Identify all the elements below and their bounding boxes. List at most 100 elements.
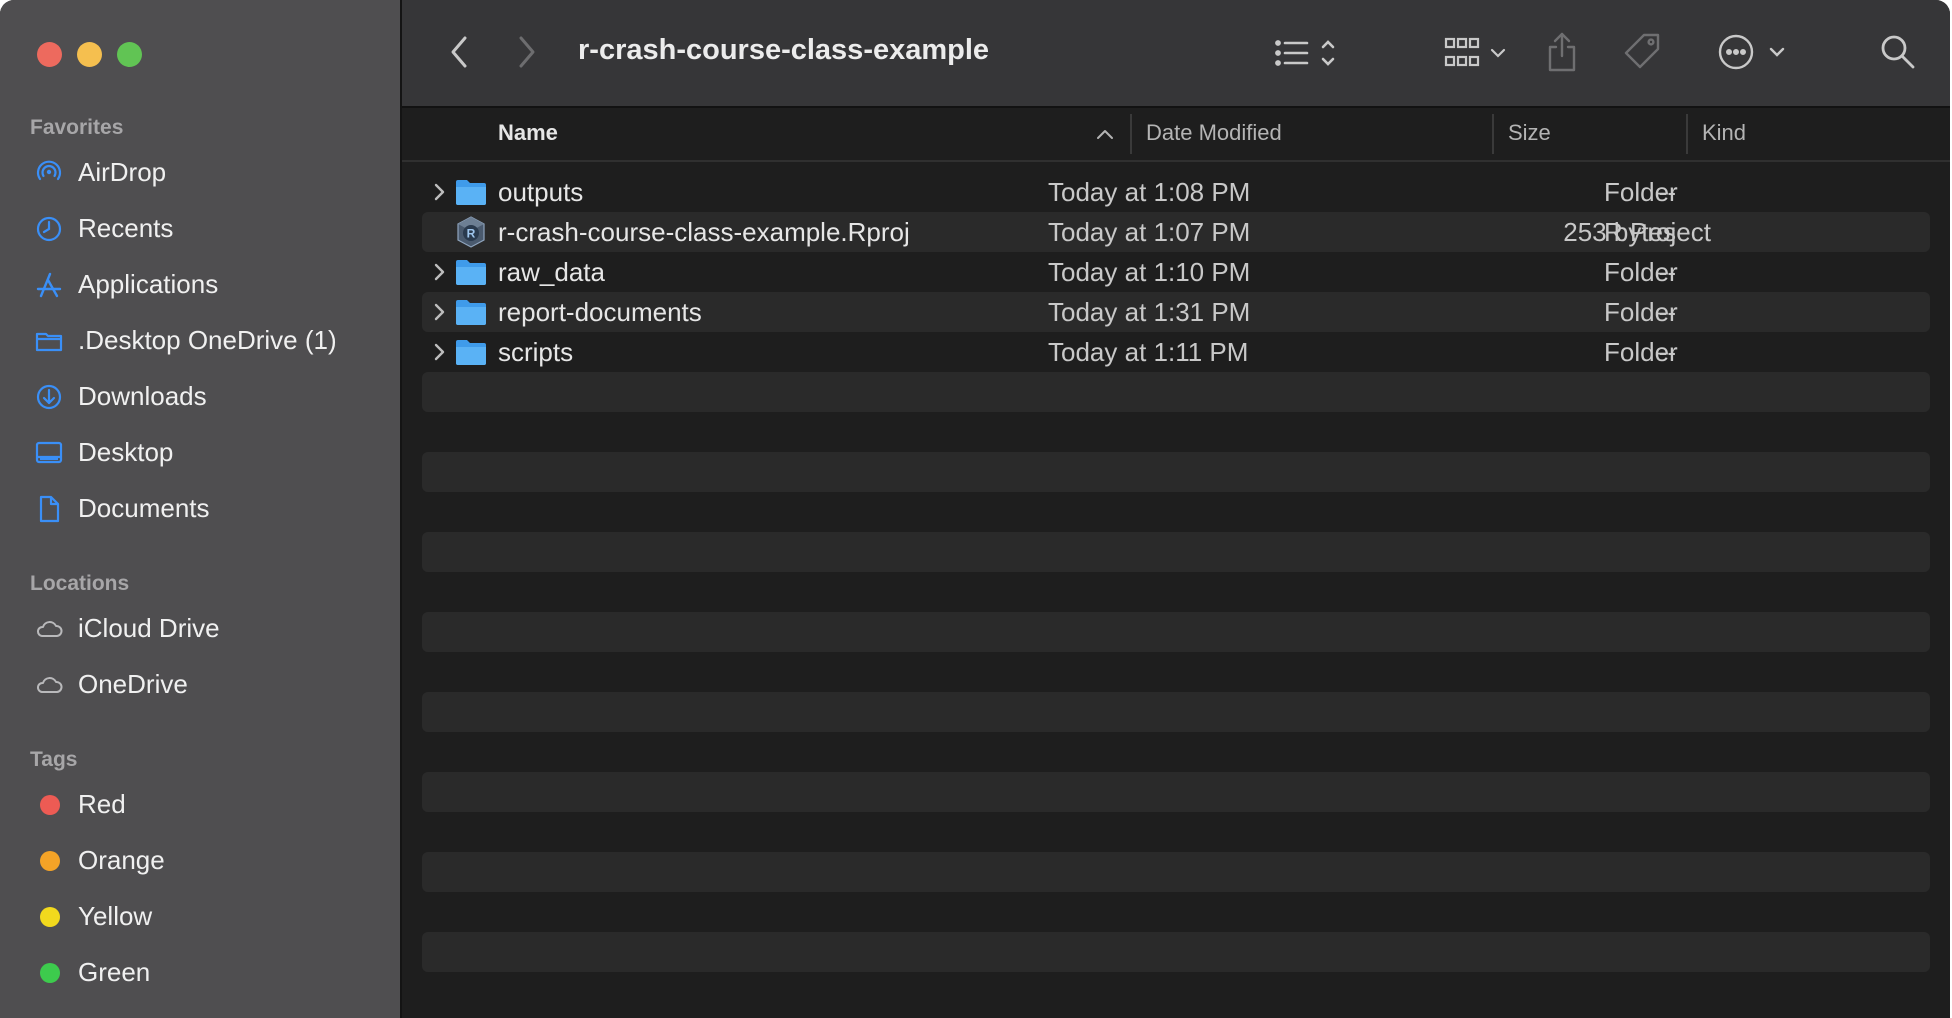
sidebar-item-desktop-onedrive[interactable]: .Desktop OneDrive (1) [0,315,398,365]
empty-row-stripe [422,452,1930,492]
green-tag-dot-icon [40,963,60,983]
ellipsis-circle-icon [1718,34,1785,70]
airdrop-icon [34,158,64,188]
chevron-left-icon [451,36,467,68]
sidebar-item-label: Orange [78,845,165,875]
close-window-button[interactable] [37,42,62,67]
empty-row-stripe [422,692,1930,732]
disclosure-triangle-icon[interactable] [430,302,448,322]
column-divider[interactable] [1686,114,1688,154]
empty-row-stripe [422,612,1930,652]
folder-icon [456,180,486,205]
red-tag-dot-icon [40,795,60,815]
empty-row-stripe [422,852,1930,892]
column-header-row: Name Date Modified Size Kind [402,108,1950,162]
file-row-outputs[interactable]: outputs Today at 1:08 PM -- Folder [422,172,1930,212]
empty-row-stripe [422,532,1930,572]
file-name: scripts [498,337,574,367]
sidebar-tag-orange[interactable]: Orange [0,835,398,885]
sidebar-tag-red[interactable]: Red [0,779,398,829]
sidebar-tag-yellow[interactable]: Yellow [0,891,398,941]
view-mode-button[interactable] [1272,32,1342,74]
file-kind: R Project [1604,217,1711,247]
sidebar-item-label: Downloads [78,381,207,411]
file-name: r-crash-course-class-example.Rproj [498,217,910,247]
share-button[interactable] [1542,28,1582,76]
file-list: Name Date Modified Size Kind outputs Tod… [402,108,1950,1018]
file-name: report-documents [498,297,702,327]
folder-icon [456,340,486,365]
file-name: raw_data [498,257,605,287]
file-row-report-documents[interactable]: report-documents Today at 1:31 PM -- Fol… [422,292,1930,332]
file-row-raw-data[interactable]: raw_data Today at 1:10 PM -- Folder [422,252,1930,292]
minimize-window-button[interactable] [77,42,102,67]
favorites-section-title: Favorites [30,116,124,139]
sidebar-item-label: .Desktop OneDrive (1) [78,325,337,355]
column-divider[interactable] [1130,114,1132,154]
folder-icon [456,300,486,325]
tags-button[interactable] [1620,28,1666,76]
sidebar-item-onedrive[interactable]: OneDrive [0,659,398,709]
file-date-modified: Today at 1:11 PM [1048,337,1249,367]
toolbar: r-crash-course-class-example [402,0,1950,108]
column-header-date-modified[interactable]: Date Modified [1146,120,1282,146]
forward-button[interactable] [512,32,542,72]
column-header-name[interactable]: Name [498,120,558,146]
sidebar: Favorites AirDrop Recents Applications .… [0,0,402,1018]
tag-icon [1624,33,1660,69]
sidebar-item-recents[interactable]: Recents [0,203,398,253]
svg-text:R: R [467,227,476,241]
file-date-modified: Today at 1:08 PM [1048,177,1251,207]
sidebar-item-label: Red [78,789,126,819]
finder-window: Favorites AirDrop Recents Applications .… [0,0,1950,1018]
sidebar-item-desktop[interactable]: Desktop [0,427,398,477]
sidebar-item-documents[interactable]: Documents [0,483,398,533]
file-name: outputs [498,177,584,207]
file-kind: Folder [1604,337,1678,367]
file-date-modified: Today at 1:10 PM [1048,257,1251,287]
cloud-icon [34,614,64,644]
locations-section-title: Locations [30,572,130,595]
folder-icon [34,326,64,356]
sidebar-tag-green[interactable]: Green [0,947,398,997]
empty-row-stripe [422,772,1930,812]
disclosure-triangle-icon[interactable] [430,182,448,202]
sidebar-item-label: iCloud Drive [78,613,220,643]
column-header-kind[interactable]: Kind [1702,120,1746,146]
sidebar-item-airdrop[interactable]: AirDrop [0,147,398,197]
clock-icon [34,214,64,244]
back-button[interactable] [444,32,474,72]
grid-icon [1444,37,1506,67]
file-kind: Folder [1604,257,1678,287]
file-row-rproj[interactable]: R r-crash-course-class-example.Rproj Tod… [422,212,1930,252]
column-header-size[interactable]: Size [1508,120,1551,146]
column-divider[interactable] [1492,114,1494,154]
sidebar-item-icloud-drive[interactable]: iCloud Drive [0,603,398,653]
sidebar-item-downloads[interactable]: Downloads [0,371,398,421]
sidebar-item-label: AirDrop [78,157,167,187]
sidebar-item-label: Green [78,957,151,987]
disclosure-triangle-icon[interactable] [430,342,448,362]
chevron-right-icon [519,36,535,68]
disclosure-triangle-icon[interactable] [430,262,448,282]
sidebar-item-label: Documents [78,493,210,523]
tags-section-title: Tags [30,748,78,771]
zoom-window-button[interactable] [117,42,142,67]
search-button[interactable] [1876,30,1920,74]
sidebar-item-label: Yellow [78,901,153,931]
sidebar-item-label: Applications [78,269,219,299]
sidebar-item-applications[interactable]: Applications [0,259,398,309]
window-title: r-crash-course-class-example [578,34,990,66]
file-row-scripts[interactable]: scripts Today at 1:11 PM -- Folder [422,332,1930,372]
download-icon [34,382,64,412]
more-actions-button[interactable] [1716,30,1796,74]
r-project-icon: R [457,216,485,248]
sort-ascending-icon[interactable] [1096,128,1114,140]
sidebar-item-label: Desktop [78,437,174,467]
share-icon [1548,32,1576,72]
group-button[interactable] [1442,32,1518,74]
sidebar-item-label: Recents [78,213,174,243]
search-icon [1881,35,1915,69]
desktop-icon [34,438,64,468]
applications-icon [34,270,64,300]
